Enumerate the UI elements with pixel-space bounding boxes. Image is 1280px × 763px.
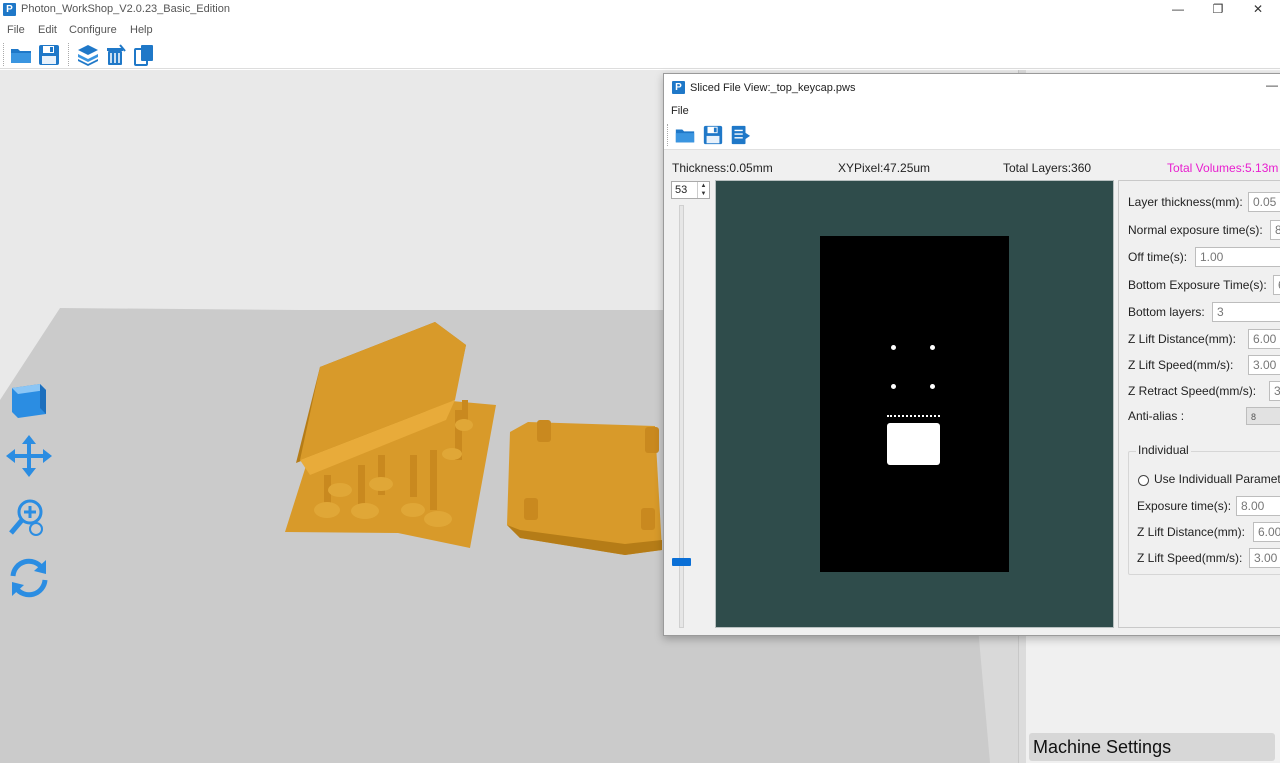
anti-alias-label: Anti-alias : [1128, 409, 1185, 423]
off-time-label: Off time(s): [1128, 250, 1188, 264]
layer-spin-value: 53 [675, 184, 688, 196]
dialog-minimize-button[interactable]: — [1266, 78, 1278, 92]
save-icon[interactable] [37, 43, 61, 67]
bottom-layers-field[interactable]: 3 [1212, 302, 1280, 322]
open-folder-icon[interactable] [674, 124, 696, 146]
slice-layers-icon[interactable] [76, 43, 100, 67]
xypixel-info: XYPixel:47.25um [838, 161, 931, 175]
individual-exposure-label: Exposure time(s): [1137, 499, 1232, 513]
menu-file[interactable]: File [7, 24, 25, 36]
use-individual-label[interactable]: Use Individuall Paramet [1154, 472, 1280, 486]
bottom-exposure-field[interactable]: 6 [1273, 275, 1280, 295]
z-lift-speed-label: Z Lift Speed(mm/s): [1128, 358, 1234, 372]
clear-trash-icon[interactable] [104, 43, 128, 67]
menu-configure[interactable]: Configure [69, 24, 117, 36]
individual-z-lift-distance-field[interactable]: 6.00 [1253, 522, 1280, 542]
slice-preview [715, 180, 1114, 628]
move-icon[interactable] [6, 433, 52, 479]
restore-button[interactable]: ❐ [1198, 0, 1238, 20]
app-title: Photon_WorkShop_V2.0.23_Basic_Edition [21, 3, 230, 15]
use-individual-radio[interactable] [1138, 475, 1149, 486]
toolbar-separator [68, 43, 69, 66]
anti-alias-select[interactable]: 8 [1246, 407, 1280, 425]
toolbar-separator [667, 124, 668, 146]
toolbar-separator [3, 43, 4, 66]
z-lift-distance-label: Z Lift Distance(mm): [1128, 332, 1237, 346]
dialog-menu-bar: File [664, 102, 1280, 120]
individual-z-lift-distance-label: Z Lift Distance(mm): [1137, 525, 1246, 539]
cube-view-icon[interactable] [6, 378, 52, 424]
dialog-toolbar [664, 120, 1280, 150]
menu-help[interactable]: Help [130, 24, 153, 36]
normal-exposure-label: Normal exposure time(s): [1128, 223, 1263, 237]
dialog-menu-file[interactable]: File [671, 105, 689, 117]
app-logo-icon: P [3, 3, 16, 16]
slice-cap-shape [887, 423, 940, 465]
individual-z-lift-speed-label: Z Lift Speed(mm/s): [1137, 551, 1243, 565]
save-icon[interactable] [702, 124, 724, 146]
layer-spinbox[interactable]: 53 ▲ ▼ [671, 181, 710, 199]
layer-thickness-label: Layer thickness(mm): [1128, 195, 1243, 209]
minimize-button[interactable]: — [1158, 0, 1198, 20]
spin-arrows-icon[interactable]: ▲ ▼ [697, 182, 709, 198]
export-icon[interactable] [729, 124, 751, 146]
slice-dot [891, 345, 896, 350]
rotate-icon[interactable] [6, 555, 52, 601]
menu-bar: File Edit Configure Help [0, 21, 1280, 39]
individual-z-lift-speed-field[interactable]: 3.00 [1249, 548, 1280, 568]
close-button[interactable]: ✕ [1238, 0, 1278, 20]
off-time-field[interactable]: 1.00 [1195, 247, 1280, 267]
slice-image [820, 236, 1009, 572]
app-titlebar: P Photon_WorkShop_V2.0.23_Basic_Edition … [0, 0, 1280, 20]
slice-dot [930, 345, 935, 350]
layer-slider-handle[interactable] [672, 557, 691, 566]
slice-cap-edge [887, 415, 940, 421]
menu-edit[interactable]: Edit [38, 24, 57, 36]
normal-exposure-field[interactable]: 8 [1270, 220, 1280, 240]
total-layers-info: Total Layers:360 [1003, 161, 1092, 175]
bottom-layers-label: Bottom layers: [1128, 305, 1205, 319]
dialog-logo-icon: P [672, 81, 685, 94]
total-volumes-info: Total Volumes:5.13m [1167, 161, 1279, 175]
thickness-info: Thickness:0.05mm [672, 161, 773, 175]
z-lift-distance-field[interactable]: 6.00 [1248, 329, 1280, 349]
dialog-title: Sliced File View:_top_keycap.pws [690, 82, 856, 94]
individual-exposure-field[interactable]: 8.00 [1236, 496, 1280, 516]
slice-dot [891, 384, 896, 389]
dialog-titlebar[interactable]: P Sliced File View:_top_keycap.pws — [664, 74, 1280, 102]
machine-settings-header[interactable]: Machine Settings [1029, 733, 1275, 761]
main-toolbar [0, 40, 1280, 69]
layer-thickness-field[interactable]: 0.05 [1248, 192, 1280, 212]
sliced-file-view-dialog: P Sliced File View:_top_keycap.pws — Fil… [663, 73, 1280, 636]
individual-group-title: Individual [1136, 443, 1191, 457]
z-retract-speed-label: Z Retract Speed(mm/s): [1128, 384, 1257, 398]
slice-parameters-panel: Layer thickness(mm): 0.05 Normal exposur… [1118, 180, 1280, 628]
zoom-icon[interactable] [6, 495, 52, 541]
bottom-exposure-label: Bottom Exposure Time(s): [1128, 278, 1267, 292]
slice-dot [930, 384, 935, 389]
z-retract-speed-field[interactable]: 3.0 [1269, 381, 1280, 401]
open-folder-icon[interactable] [9, 43, 33, 67]
copy-icon[interactable] [132, 43, 156, 67]
z-lift-speed-field[interactable]: 3.00 [1248, 355, 1280, 375]
